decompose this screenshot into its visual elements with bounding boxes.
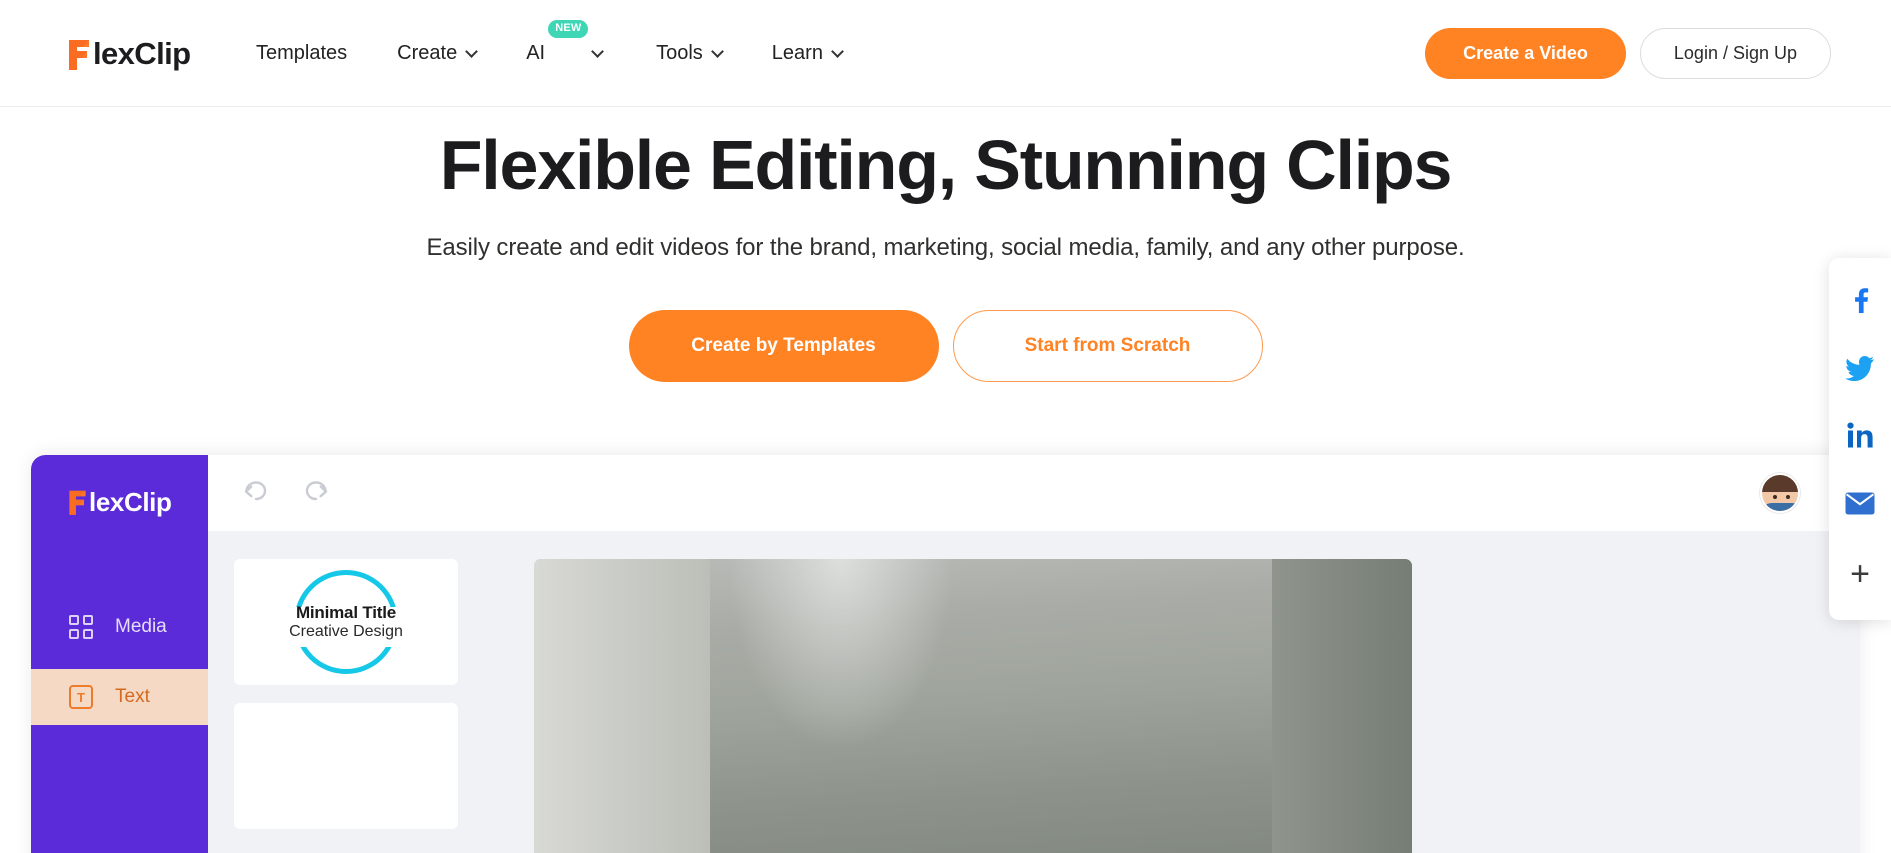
sidebar-item-media[interactable]: Media	[31, 599, 208, 655]
nav-item-create-label: Create	[397, 42, 458, 64]
social-share-rail: +	[1829, 258, 1891, 620]
share-more-button[interactable]: +	[1829, 540, 1891, 608]
nav-item-learn-label: Learn	[771, 42, 823, 64]
hero-section: Flexible Editing, Stunning Clips Easily …	[0, 107, 1891, 383]
video-left-wall	[534, 559, 710, 853]
login-signup-button[interactable]: Login / Sign Up	[1639, 28, 1831, 79]
hero-subtitle: Easily create and edit videos for the br…	[426, 234, 1465, 262]
flexclip-landing-page: lexClip Templates Create AI NEW Tools Le…	[0, 0, 1891, 853]
template-card-subtitle: Creative Design	[289, 623, 403, 640]
editor-preview-mockup: lexClip Media T Text Minimal Title Creat…	[31, 455, 1860, 853]
text-icon: T	[69, 685, 93, 709]
new-badge: NEW	[548, 20, 589, 38]
editor-sidebar: lexClip Media T Text	[31, 455, 208, 853]
template-card-title: Minimal Title	[295, 603, 397, 622]
create-a-video-button[interactable]: Create a Video	[1425, 28, 1626, 79]
video-light-glow	[727, 559, 956, 751]
top-navigation-bar: lexClip Templates Create AI NEW Tools Le…	[0, 0, 1891, 107]
nav-item-tools[interactable]: Tools	[656, 42, 724, 65]
twitter-icon	[1845, 355, 1875, 386]
facebook-icon	[1847, 286, 1873, 319]
sidebar-item-media-label: Media	[115, 616, 167, 637]
editor-canvas: Minimal Title Creative Design	[208, 531, 1860, 853]
avatar-eye-left	[1773, 495, 1777, 499]
flexclip-logo-text: lexClip	[93, 36, 191, 71]
flexclip-f-mark-icon	[66, 37, 92, 71]
flexclip-f-mark-icon	[67, 488, 88, 516]
avatar[interactable]	[1760, 473, 1800, 513]
share-linkedin-button[interactable]	[1829, 404, 1891, 472]
avatar-eye-right	[1786, 495, 1790, 499]
nav-item-create[interactable]: Create	[397, 42, 479, 65]
page-title: Flexible Editing, Stunning Clips	[439, 126, 1453, 204]
template-card-second[interactable]	[234, 703, 458, 829]
video-preview-thumbnail[interactable]	[534, 559, 1412, 853]
start-from-scratch-button[interactable]: Start from Scratch	[952, 310, 1263, 383]
redo-icon	[303, 478, 333, 509]
share-twitter-button[interactable]	[1829, 336, 1891, 404]
nav-item-tools-label: Tools	[656, 42, 703, 64]
grid-icon	[69, 615, 93, 639]
nav-item-templates-label: Templates	[256, 42, 348, 64]
chevron-down-icon	[465, 44, 479, 58]
redo-button[interactable]	[296, 471, 340, 515]
share-facebook-button[interactable]	[1829, 268, 1891, 336]
editor-main-area: Minimal Title Creative Design	[208, 455, 1860, 853]
avatar-hair	[1762, 475, 1798, 492]
video-right-wall	[1271, 559, 1412, 853]
nav-item-ai[interactable]: AI NEW	[526, 20, 604, 65]
chevron-down-icon	[591, 44, 604, 58]
chevron-down-icon	[831, 44, 844, 58]
linkedin-icon	[1846, 422, 1874, 454]
editor-logo-text: lexClip	[89, 487, 172, 517]
editor-flexclip-logo[interactable]: lexClip	[67, 487, 172, 517]
chevron-down-icon	[710, 44, 724, 58]
template-card-text: Minimal Title Creative Design	[289, 603, 403, 641]
nav-links: Templates Create AI NEW Tools Learn	[256, 0, 892, 107]
flexclip-logo[interactable]: lexClip	[66, 33, 191, 75]
template-card-minimal-title[interactable]: Minimal Title Creative Design	[234, 559, 458, 685]
email-icon	[1845, 492, 1875, 520]
hero-cta-group: Create by Templates Start from Scratch	[0, 310, 1891, 383]
undo-icon	[239, 478, 269, 509]
nav-item-learn[interactable]: Learn	[771, 42, 844, 65]
undo-button[interactable]	[232, 471, 276, 515]
nav-item-templates[interactable]: Templates	[256, 42, 347, 65]
create-by-templates-button[interactable]: Create by Templates	[628, 310, 939, 383]
plus-icon: +	[1850, 555, 1870, 593]
sidebar-item-text-label: Text	[115, 686, 150, 707]
nav-actions: Create a Video Login / Sign Up	[1425, 28, 1831, 79]
share-email-button[interactable]	[1829, 472, 1891, 540]
editor-toolbar	[208, 455, 1860, 531]
avatar-shirt	[1762, 503, 1798, 511]
nav-item-ai-label: AI	[526, 42, 546, 64]
sidebar-item-text[interactable]: T Text	[31, 669, 208, 725]
